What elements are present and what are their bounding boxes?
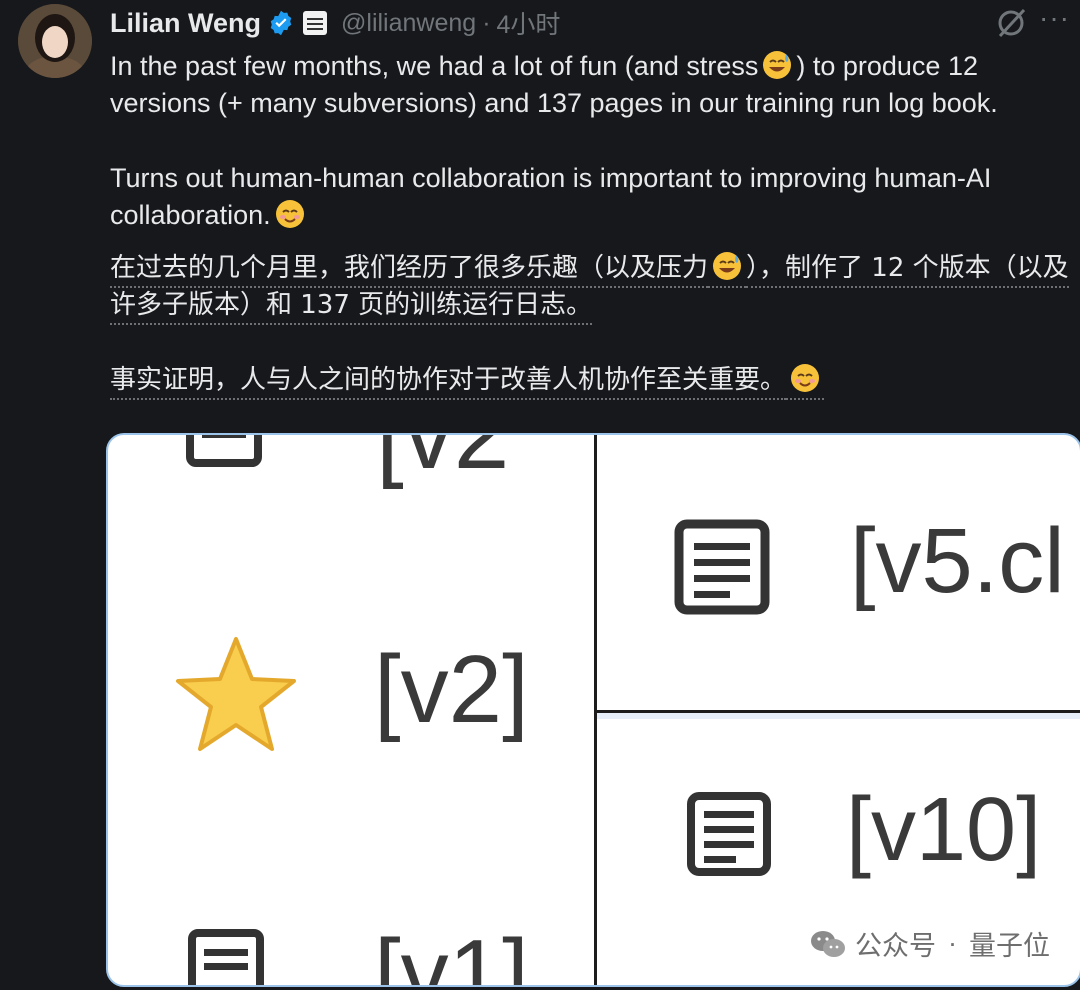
document-icon — [188, 929, 264, 985]
smiling-blush-emoji — [275, 200, 304, 228]
translation-text-2: 事实证明，人与人之间的协作对于改善人机协作至关重要。 — [110, 365, 787, 400]
log-entry-label: [v2] — [374, 636, 529, 743]
avatar[interactable] — [18, 4, 92, 78]
author-handle[interactable]: @lilianweng — [341, 9, 476, 38]
tweet-text-2: Turns out human-human collaboration is i… — [110, 163, 992, 230]
smiling-blush-emoji — [791, 364, 820, 392]
verified-badge-icon — [270, 10, 292, 36]
tweet-paragraph-1: In the past few months, we had a lot of … — [110, 48, 1070, 122]
panel-divider-shadow — [597, 713, 1080, 719]
more-icon[interactable]: ··· — [1039, 2, 1070, 34]
tweet-text-1a: In the past few months, we had a lot of … — [110, 51, 759, 81]
watermark-separator: · — [948, 928, 957, 958]
document-icon — [674, 519, 770, 615]
document-icon — [687, 792, 771, 876]
affiliate-badge-icon — [303, 11, 328, 35]
translation-paragraph-1: 在过去的几个月里，我们经历了很多乐趣（以及压力 ），制作了 12 个版本（以及许多… — [110, 250, 1070, 325]
separator-dot: · — [482, 8, 491, 37]
watermark-source: 公众号 — [855, 931, 936, 961]
translation-paragraph-2: 事实证明，人与人之间的协作对于改善人机协作至关重要。 — [110, 362, 1070, 400]
watermark: 公众号 · 量子位 — [809, 924, 1050, 963]
document-icon — [186, 435, 262, 467]
log-entry-label: [v2 — [376, 433, 510, 490]
tweet-media[interactable]: [v2 [v2] [v1] [v5.cl [v10] 公众号 · 量子位 — [106, 433, 1080, 987]
translation-text-1a: 在过去的几个月里，我们经历了很多乐趣（以及压力 — [110, 253, 709, 288]
grok-icon[interactable] — [994, 6, 1028, 40]
log-entry-label: [v10] — [846, 780, 1042, 880]
wechat-icon — [811, 930, 845, 957]
watermark-brand: 量子位 — [969, 931, 1050, 961]
log-entry-label: [v5.cl — [850, 510, 1065, 612]
log-entry-label: [v1] — [374, 920, 529, 987]
tweet-paragraph-2: Turns out human-human collaboration is i… — [110, 160, 1070, 234]
sweat-smile-emoji — [763, 51, 792, 79]
author-name[interactable]: Lilian Weng — [110, 8, 261, 39]
star-icon — [176, 637, 296, 751]
tweet-header: Lilian Weng @lilianweng · 4小时 — [110, 4, 1080, 42]
timestamp[interactable]: 4小时 — [497, 5, 561, 41]
sweat-smile-emoji — [713, 252, 742, 280]
